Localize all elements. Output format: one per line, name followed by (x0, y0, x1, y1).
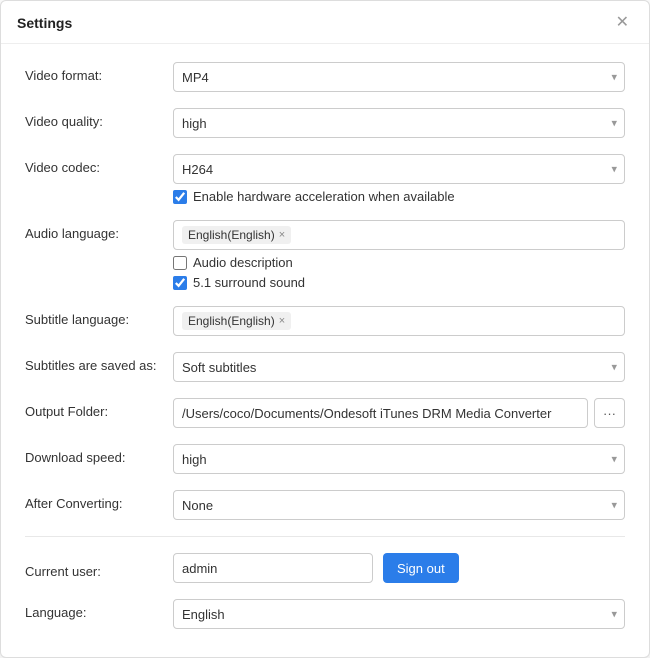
language-label: Language: (25, 599, 173, 620)
settings-content: Video format: MP4 MOV AVI MKV ▾ Video qu… (1, 44, 649, 657)
language-select[interactable]: English Chinese French German Japanese (173, 599, 625, 629)
title-bar: Settings ✕ (1, 1, 649, 44)
after-converting-select-wrapper: None Open folder Shutdown ▾ (173, 490, 625, 520)
subtitles-saved-as-label: Subtitles are saved as: (25, 352, 173, 373)
video-quality-select[interactable]: high medium low (173, 108, 625, 138)
video-codec-row: Video codec: H264 H265 VP9 ▾ Enable hard… (25, 146, 625, 212)
output-folder-browse-button[interactable]: ··· (594, 398, 625, 428)
dots-icon: ··· (603, 406, 616, 421)
subtitle-language-tag-close[interactable]: × (279, 316, 285, 327)
output-folder-label: Output Folder: (25, 398, 173, 419)
audio-description-checkbox[interactable] (173, 256, 187, 270)
divider (25, 536, 625, 537)
video-quality-control: high medium low ▾ (173, 108, 625, 138)
output-folder-row: Output Folder: ··· (25, 390, 625, 436)
sign-out-button[interactable]: Sign out (383, 553, 459, 583)
video-format-select-wrapper: MP4 MOV AVI MKV ▾ (173, 62, 625, 92)
video-codec-select-wrapper: H264 H265 VP9 ▾ (173, 154, 625, 184)
audio-language-tag-close[interactable]: × (279, 230, 285, 241)
language-row: Language: English Chinese French German … (25, 591, 625, 637)
output-folder-input-row: ··· (173, 398, 625, 428)
after-converting-row: After Converting: None Open folder Shutd… (25, 482, 625, 528)
subtitle-language-tag: English(English) × (182, 312, 291, 330)
subtitle-language-control: English(English) × (173, 306, 625, 336)
video-format-label: Video format: (25, 62, 173, 83)
video-quality-row: Video quality: high medium low ▾ (25, 100, 625, 146)
subtitle-language-row: Subtitle language: English(English) × (25, 298, 625, 344)
video-format-select[interactable]: MP4 MOV AVI MKV (173, 62, 625, 92)
audio-language-label: Audio language: (25, 220, 173, 241)
subtitle-language-label: Subtitle language: (25, 306, 173, 327)
current-user-input-row: Sign out (173, 553, 625, 583)
subtitle-language-tag-input[interactable]: English(English) × (173, 306, 625, 336)
subtitles-saved-as-select[interactable]: Soft subtitles Hard subtitles External s… (173, 352, 625, 382)
download-speed-select-wrapper: high medium low ▾ (173, 444, 625, 474)
surround-sound-row: 5.1 surround sound (173, 275, 625, 290)
language-select-wrapper: English Chinese French German Japanese ▾ (173, 599, 625, 629)
close-icon: ✕ (616, 14, 629, 31)
current-user-row: Current user: Sign out (25, 545, 625, 591)
surround-sound-checkbox[interactable] (173, 276, 187, 290)
language-control: English Chinese French German Japanese ▾ (173, 599, 625, 629)
video-quality-select-wrapper: high medium low ▾ (173, 108, 625, 138)
download-speed-select[interactable]: high medium low (173, 444, 625, 474)
after-converting-label: After Converting: (25, 490, 173, 511)
video-codec-control: H264 H265 VP9 ▾ Enable hardware accelera… (173, 154, 625, 204)
audio-language-tag: English(English) × (182, 226, 291, 244)
output-folder-input[interactable] (173, 398, 588, 428)
audio-language-control: English(English) × Audio description 5.1… (173, 220, 625, 290)
close-button[interactable]: ✕ (612, 13, 633, 33)
video-format-control: MP4 MOV AVI MKV ▾ (173, 62, 625, 92)
window-title: Settings (17, 15, 72, 31)
audio-language-row: Audio language: English(English) × Audio… (25, 212, 625, 298)
settings-window: Settings ✕ Video format: MP4 MOV AVI MKV… (0, 0, 650, 658)
download-speed-row: Download speed: high medium low ▾ (25, 436, 625, 482)
current-user-label: Current user: (25, 558, 173, 579)
hw-acceleration-checkbox[interactable] (173, 190, 187, 204)
output-folder-control: ··· (173, 398, 625, 428)
audio-language-tag-input[interactable]: English(English) × (173, 220, 625, 250)
after-converting-select[interactable]: None Open folder Shutdown (173, 490, 625, 520)
audio-description-row: Audio description (173, 255, 625, 270)
video-quality-label: Video quality: (25, 108, 173, 129)
subtitles-saved-as-select-wrapper: Soft subtitles Hard subtitles External s… (173, 352, 625, 382)
subtitles-saved-as-row: Subtitles are saved as: Soft subtitles H… (25, 344, 625, 390)
hw-acceleration-label: Enable hardware acceleration when availa… (193, 189, 455, 204)
subtitles-saved-as-control: Soft subtitles Hard subtitles External s… (173, 352, 625, 382)
video-codec-select[interactable]: H264 H265 VP9 (173, 154, 625, 184)
surround-sound-label: 5.1 surround sound (193, 275, 305, 290)
current-user-control: Sign out (173, 553, 625, 583)
audio-description-label: Audio description (193, 255, 293, 270)
current-user-input[interactable] (173, 553, 373, 583)
video-format-row: Video format: MP4 MOV AVI MKV ▾ (25, 54, 625, 100)
download-speed-label: Download speed: (25, 444, 173, 465)
after-converting-control: None Open folder Shutdown ▾ (173, 490, 625, 520)
video-codec-label: Video codec: (25, 154, 173, 175)
hw-acceleration-row: Enable hardware acceleration when availa… (173, 189, 625, 204)
download-speed-control: high medium low ▾ (173, 444, 625, 474)
